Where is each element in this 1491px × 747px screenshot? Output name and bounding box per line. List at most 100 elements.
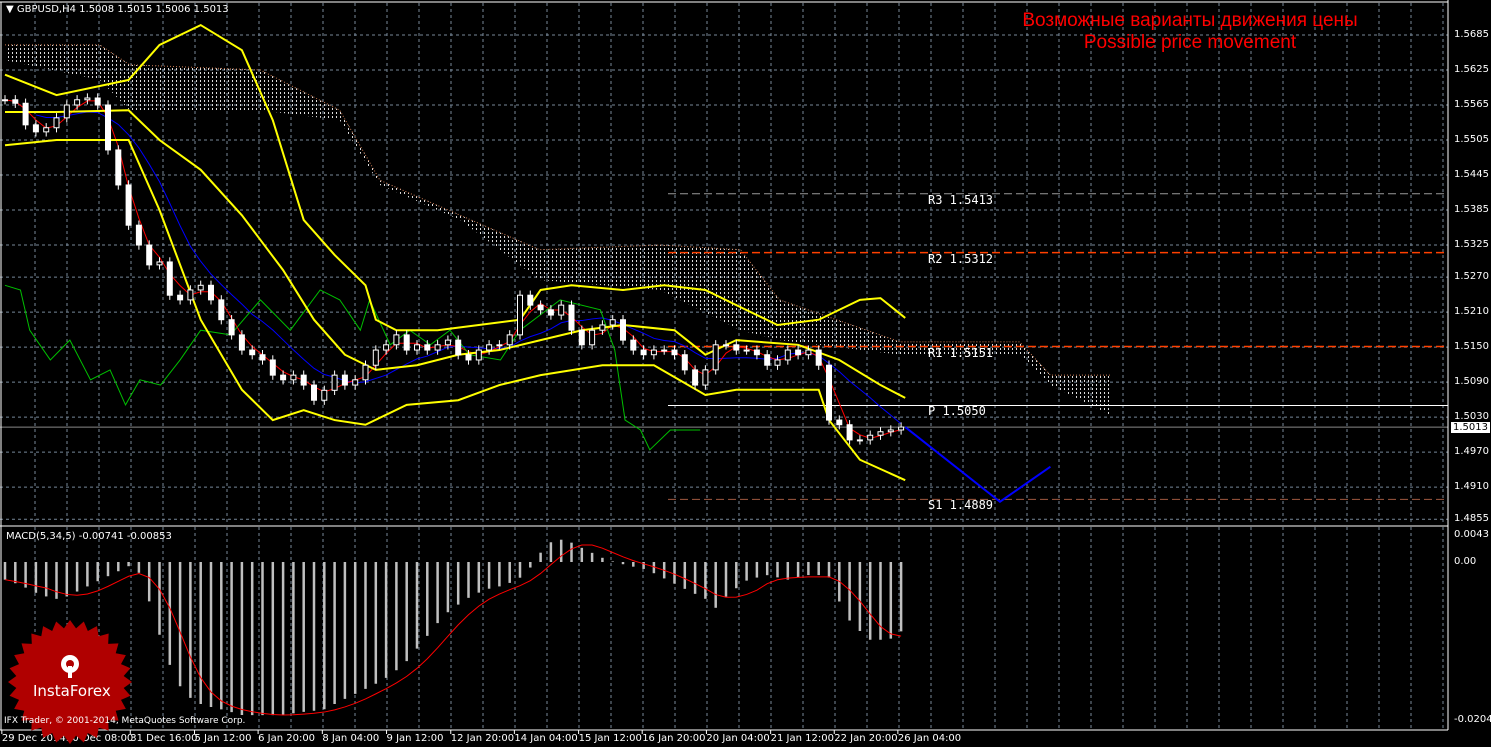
candle-bear (630, 339, 637, 351)
annotation-en: Possible price movement (1083, 32, 1297, 53)
pivot-lines (668, 193, 1448, 500)
candle-bear (177, 294, 184, 301)
price-tick: 1.5625 (1454, 64, 1489, 75)
time-tick: 31 Dec 16:00 (130, 733, 198, 744)
annotation-ru: Возможные варианты движения цены (1022, 10, 1358, 31)
candle-bear (280, 374, 287, 381)
chart-canvas[interactable] (0, 0, 1491, 747)
grid (0, 3, 1448, 734)
candle-bear (228, 319, 235, 336)
symbol-header[interactable]: ▼ GBPUSD,H4 1.5008 1.5015 1.5006 1.5013 (6, 4, 229, 15)
candle-bear (146, 244, 153, 266)
logo-text: InstaForex (33, 682, 111, 700)
candle-bull (414, 344, 420, 351)
candle-bull (63, 104, 70, 119)
candle-bull (486, 344, 493, 351)
candle-bull (589, 329, 596, 346)
candle-bull (156, 261, 163, 266)
candle-bear (568, 304, 575, 331)
pivot-label-s1: S1 1.4889 (928, 498, 994, 513)
price-tick: 1.4910 (1454, 481, 1489, 493)
copyright: IFX Trader, © 2001-2014, MetaQuotes Soft… (4, 716, 246, 726)
time-tick: 15 Jan 12:00 (578, 733, 642, 744)
candle-bear (537, 304, 544, 311)
candle-bear (764, 354, 771, 366)
candle-bear (424, 344, 431, 351)
candle-bull (898, 426, 905, 431)
candle-bull (609, 319, 616, 326)
candle-bear (32, 124, 39, 133)
candle-bull (187, 289, 194, 301)
price-tick: 1.5505 (1454, 134, 1489, 146)
candle-bull (506, 334, 513, 346)
candle-bull (393, 334, 400, 346)
candle-bear (846, 424, 853, 441)
candle-bull (331, 374, 338, 391)
candle-bull (723, 344, 729, 347)
candle-bear (578, 329, 585, 346)
candle-bull (743, 349, 750, 352)
candle-bull (661, 349, 668, 352)
candle-bull (197, 284, 204, 291)
price-tick: 1.5030 (1454, 411, 1489, 423)
time-tick: 5 Jan 12:00 (194, 733, 252, 744)
ohlc-values: 1.5008 1.5015 1.5006 1.5013 (79, 4, 229, 15)
candle-bull (434, 344, 441, 351)
time-tick: 26 Jan 04:00 (897, 733, 962, 744)
candle-bull (362, 364, 369, 381)
candle-bear (238, 334, 245, 351)
candle-bear (269, 359, 276, 376)
candle-bull (2, 99, 8, 102)
candle-bull (383, 344, 390, 351)
candle-bear (22, 102, 29, 126)
pivot-label-p: P 1.5050 (928, 404, 986, 419)
candle-bear (218, 299, 225, 321)
time-tick: 9 Jan 12:00 (386, 733, 444, 744)
candle-bear (259, 354, 266, 361)
macd-panel (3, 539, 903, 716)
candle-bull (321, 389, 328, 401)
price-tick: 1.5685 (1454, 29, 1489, 40)
candle-bull (43, 127, 50, 133)
candle-bull (372, 349, 379, 366)
candle-bear (836, 419, 843, 426)
candle-bull (712, 344, 719, 371)
price-tick: 1.5325 (1454, 239, 1489, 251)
price-tick: 1.5385 (1454, 204, 1489, 216)
symbol-timeframe: GBPUSD,H4 (16, 4, 76, 15)
macd-header: MACD(5,34,5) -0.00741 -0.00853 (6, 531, 172, 542)
time-tick: 8 Jan 04:00 (322, 733, 380, 744)
candle-bear (753, 349, 760, 356)
candle-bear (249, 349, 256, 356)
candle-bear (733, 344, 740, 351)
pivot-label-r2: R2 1.5312 (928, 251, 994, 266)
tenkan-line (4, 99, 902, 439)
candle-bear (692, 369, 699, 386)
candle-bear (681, 354, 688, 371)
dropdown-triangle-icon[interactable]: ▼ (6, 4, 14, 15)
candle-bear (135, 224, 142, 246)
macd-tick-zero: 0.00 (1454, 556, 1477, 567)
candle-bear (94, 97, 101, 106)
time-tick: 12 Jan 20:00 (450, 733, 515, 744)
price-tick: 1.5270 (1454, 271, 1489, 283)
candle-bull (444, 339, 451, 346)
time-tick: 16 Jan 20:00 (642, 733, 706, 744)
candle-bear (300, 374, 307, 386)
candle-bull (774, 359, 781, 366)
price-tick: 1.5150 (1454, 341, 1489, 353)
candle-bull (887, 429, 894, 433)
candle-bear (527, 294, 534, 306)
candle-bull (558, 304, 565, 316)
candle-bull (877, 431, 884, 436)
price-tick: 1.5445 (1454, 169, 1489, 181)
candle-bear (403, 334, 410, 351)
candle-bull (74, 99, 81, 106)
candle-bull (517, 294, 523, 336)
candle-bull (84, 97, 91, 101)
candle-bear (208, 284, 214, 301)
candle-bull (53, 117, 60, 129)
candle-bear (620, 319, 626, 341)
candle-bear (12, 99, 19, 104)
price-tick: 1.4970 (1454, 446, 1489, 458)
